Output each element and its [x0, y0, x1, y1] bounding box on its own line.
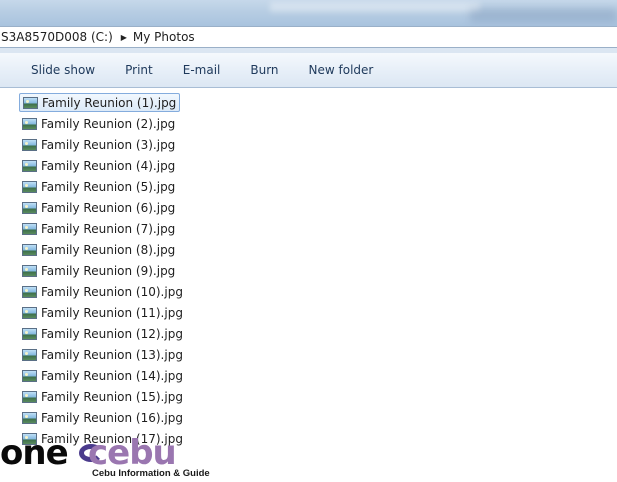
address-bar[interactable]: S3A8570D008 (C:) ▶ My Photos: [0, 26, 617, 48]
email-button[interactable]: E-mail: [168, 63, 236, 77]
file-name-label: Family Reunion (6).jpg: [41, 200, 176, 215]
file-list-item[interactable]: Family Reunion (11).jpg: [19, 303, 186, 322]
jpeg-image-icon: [22, 327, 37, 340]
file-list-item[interactable]: Family Reunion (7).jpg: [19, 219, 178, 238]
file-list-item[interactable]: Family Reunion (16).jpg: [19, 408, 186, 427]
file-name-label: Family Reunion (5).jpg: [41, 179, 176, 194]
print-button[interactable]: Print: [110, 63, 168, 77]
file-list-item[interactable]: Family Reunion (3).jpg: [19, 135, 178, 154]
file-name-label: Family Reunion (14).jpg: [41, 368, 183, 383]
jpeg-image-icon: [22, 180, 37, 193]
file-list-item[interactable]: Family Reunion (13).jpg: [19, 345, 186, 364]
file-name-label: Family Reunion (9).jpg: [41, 263, 176, 278]
file-list-item[interactable]: Family Reunion (5).jpg: [19, 177, 178, 196]
breadcrumb-arrow-icon[interactable]: ▶: [121, 33, 127, 42]
breadcrumb-folder[interactable]: My Photos: [133, 30, 195, 44]
file-list: Family Reunion (1).jpg Family Reunion (2)…: [0, 89, 617, 482]
file-list-item[interactable]: Family Reunion (14).jpg: [19, 366, 186, 385]
title-bar-glass-highlight: [270, 2, 480, 12]
jpeg-image-icon: [23, 96, 38, 109]
logo-word-cebu: cebu: [88, 433, 177, 473]
file-name-label: Family Reunion (3).jpg: [41, 137, 176, 152]
jpeg-image-icon: [22, 243, 37, 256]
file-name-label: Family Reunion (16).jpg: [41, 410, 183, 425]
burn-button[interactable]: Burn: [235, 63, 293, 77]
jpeg-image-icon: [22, 348, 37, 361]
file-name-label: Family Reunion (12).jpg: [41, 326, 183, 341]
file-list-item[interactable]: Family Reunion (1).jpg: [19, 93, 181, 112]
jpeg-image-icon: [22, 369, 37, 382]
title-bar-glass-shadow: [470, 8, 617, 22]
file-name-label: Family Reunion (15).jpg: [41, 389, 183, 404]
jpeg-image-icon: [22, 264, 37, 277]
logo-tagline: Cebu Information & Guide: [92, 468, 210, 479]
file-list-item[interactable]: Family Reunion (15).jpg: [19, 387, 186, 406]
file-name-label: Family Reunion (13).jpg: [41, 347, 183, 362]
command-toolbar: Slide show Print E-mail Burn New folder: [0, 53, 617, 88]
file-name-label: Family Reunion (1).jpg: [42, 95, 177, 110]
breadcrumb-drive[interactable]: S3A8570D008 (C:): [1, 30, 113, 44]
onecebu-logo: one cebu Cebu Information & Guide: [0, 436, 210, 482]
file-list-item[interactable]: Family Reunion (10).jpg: [19, 282, 186, 301]
file-list-item[interactable]: Family Reunion (8).jpg: [19, 240, 178, 259]
jpeg-image-icon: [22, 411, 37, 424]
file-name-label: Family Reunion (10).jpg: [41, 284, 183, 299]
file-list-item[interactable]: Family Reunion (6).jpg: [19, 198, 178, 217]
new-folder-button[interactable]: New folder: [294, 63, 389, 77]
file-list-item[interactable]: Family Reunion (4).jpg: [19, 156, 178, 175]
window-title-bar: [0, 0, 617, 26]
file-list-item[interactable]: Family Reunion (2).jpg: [19, 114, 178, 133]
file-name-label: Family Reunion (11).jpg: [41, 305, 183, 320]
jpeg-image-icon: [22, 306, 37, 319]
file-list-item[interactable]: Family Reunion (9).jpg: [19, 261, 178, 280]
jpeg-image-icon: [22, 159, 37, 172]
file-name-label: Family Reunion (8).jpg: [41, 242, 176, 257]
logo-word-one: one: [0, 433, 69, 473]
jpeg-image-icon: [22, 138, 37, 151]
file-list-item[interactable]: Family Reunion (12).jpg: [19, 324, 186, 343]
jpeg-image-icon: [22, 222, 37, 235]
file-name-label: Family Reunion (2).jpg: [41, 116, 176, 131]
jpeg-image-icon: [22, 117, 37, 130]
jpeg-image-icon: [22, 390, 37, 403]
file-name-label: Family Reunion (7).jpg: [41, 221, 176, 236]
jpeg-image-icon: [22, 285, 37, 298]
jpeg-image-icon: [22, 201, 37, 214]
file-name-label: Family Reunion (4).jpg: [41, 158, 176, 173]
slideshow-button[interactable]: Slide show: [16, 63, 110, 77]
